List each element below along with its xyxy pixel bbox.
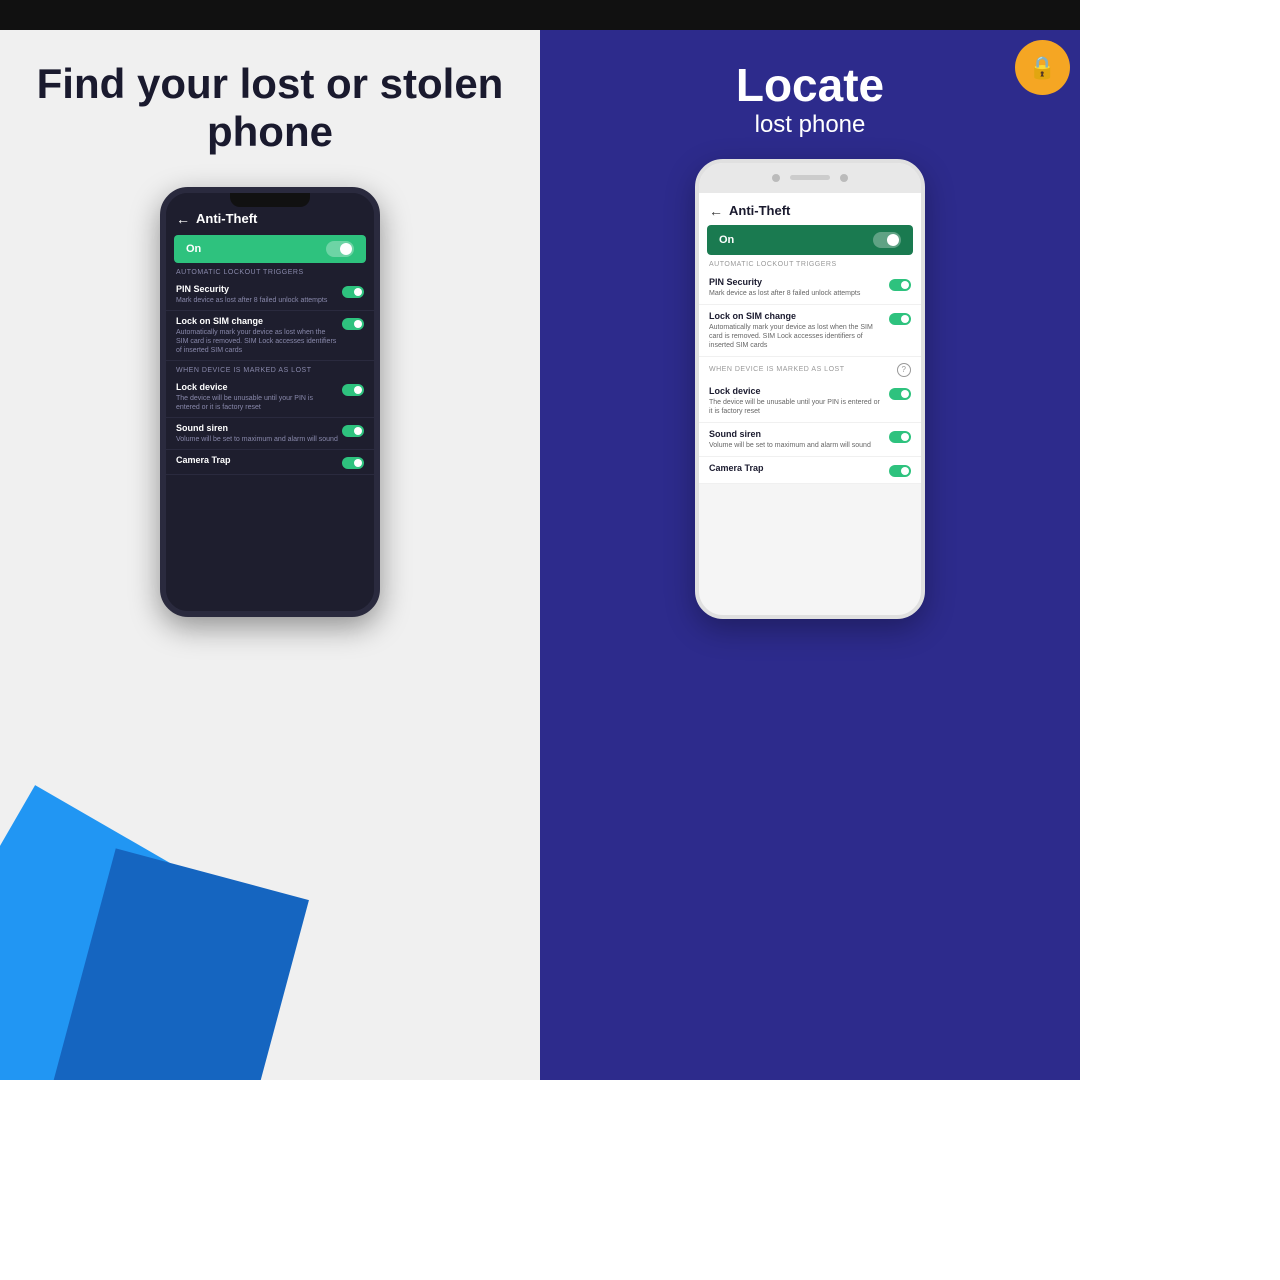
section-label2-left: WHEN DEVICE IS MARKED AS LOST [166, 361, 374, 377]
phone-screen-right: ← Anti-Theft On AUTOMATIC LOCKOUT TRIGGE… [699, 193, 921, 485]
setting-title-sim-right: Lock on SIM change [709, 311, 885, 321]
help-icon-right[interactable]: ? [897, 363, 911, 377]
section-label-right-text: AUTOMATIC LOCKOUT TRIGGERS [709, 261, 837, 268]
section-label2-right: WHEN DEVICE IS MARKED AS LOST ? [699, 357, 921, 380]
setting-item-sim-right: Lock on SIM change Automatically mark yo… [699, 305, 921, 357]
setting-text-pin-left: PIN Security Mark device as lost after 8… [176, 284, 338, 305]
setting-desc-siren-right: Volume will be set to maximum and alarm … [709, 441, 885, 450]
setting-desc-pin-left: Mark device as lost after 8 failed unloc… [176, 296, 338, 305]
top-bar-left [0, 0, 540, 30]
section-label-right: AUTOMATIC LOCKOUT TRIGGERS [699, 255, 921, 271]
toggle-siren-left[interactable] [342, 425, 364, 437]
setting-item-siren-left: Sound siren Volume will be set to maximu… [166, 418, 374, 450]
setting-desc-sim-right: Automatically mark your device as lost w… [709, 323, 885, 350]
phone-speaker-right [790, 175, 830, 180]
right-panel: 🔒 Locate lost phone ← Anti-Theft On [540, 30, 1080, 1080]
phone-camera-right [772, 174, 780, 182]
setting-title-camera-right: Camera Trap [709, 463, 885, 473]
phone-right: ← Anti-Theft On AUTOMATIC LOCKOUT TRIGGE… [695, 159, 925, 619]
setting-item-lock-right: Lock device The device will be unusable … [699, 380, 921, 423]
setting-text-siren-left: Sound siren Volume will be set to maximu… [176, 423, 338, 444]
setting-text-sim-right: Lock on SIM change Automatically mark yo… [709, 311, 885, 350]
phone-top-bar-right [699, 163, 921, 193]
phone-title-right: Anti-Theft [729, 203, 790, 218]
phone-notch-left [230, 193, 310, 207]
right-headline: Locate lost phone [560, 60, 1060, 139]
section-label-left: AUTOMATIC LOCKOUT TRIGGERS [166, 263, 374, 279]
setting-title-pin-left: PIN Security [176, 284, 338, 294]
toggle-switch-right[interactable] [873, 232, 901, 248]
phone-screen-left: ← Anti-Theft On AUTOMATIC LOCKOUT TRIGGE… [166, 193, 374, 611]
toggle-sim-left[interactable] [342, 318, 364, 330]
toggle-camera-left[interactable] [342, 457, 364, 469]
phone-left: ← Anti-Theft On AUTOMATIC LOCKOUT TRIGGE… [160, 187, 380, 617]
toggle-bar-right[interactable]: On [707, 225, 913, 255]
phone-camera-right-2 [840, 174, 848, 182]
badge-icon: 🔒 [1029, 55, 1056, 81]
setting-desc-pin-right: Mark device as lost after 8 failed unloc… [709, 289, 885, 298]
toggle-lock-right[interactable] [889, 388, 911, 400]
phone-header-right: ← Anti-Theft [699, 193, 921, 225]
setting-title-lock-left: Lock device [176, 382, 338, 392]
back-arrow-left[interactable]: ← [176, 211, 190, 227]
setting-title-sim-left: Lock on SIM change [176, 316, 338, 326]
setting-text-camera-left: Camera Trap [176, 455, 338, 467]
setting-text-pin-right: PIN Security Mark device as lost after 8… [709, 277, 885, 298]
toggle-camera-right[interactable] [889, 465, 911, 477]
setting-desc-lock-left: The device will be unusable until your P… [176, 394, 338, 412]
setting-item-camera-left: Camera Trap [166, 450, 374, 475]
setting-title-siren-right: Sound siren [709, 429, 885, 439]
setting-text-camera-right: Camera Trap [709, 463, 885, 475]
setting-text-sim-left: Lock on SIM change Automatically mark yo… [176, 316, 338, 355]
top-bar-right [540, 0, 1080, 30]
setting-item-camera-right: Camera Trap [699, 457, 921, 484]
top-bar [0, 0, 1080, 30]
back-arrow-right[interactable]: ← [709, 203, 723, 219]
toggle-label-right: On [719, 234, 734, 246]
toggle-lock-left[interactable] [342, 384, 364, 396]
setting-desc-lock-right: The device will be unusable until your P… [709, 398, 885, 416]
setting-text-siren-right: Sound siren Volume will be set to maximu… [709, 429, 885, 450]
section-label2-right-text: WHEN DEVICE IS MARKED AS LOST [709, 366, 844, 373]
headline-small: lost phone [560, 111, 1060, 139]
headline-big: Locate [560, 60, 1060, 111]
setting-item-pin-left: PIN Security Mark device as lost after 8… [166, 279, 374, 311]
setting-desc-sim-left: Automatically mark your device as lost w… [176, 328, 338, 355]
setting-title-camera-left: Camera Trap [176, 455, 338, 465]
toggle-switch-left[interactable] [326, 241, 354, 257]
setting-item-pin-right: PIN Security Mark device as lost after 8… [699, 271, 921, 305]
setting-title-siren-left: Sound siren [176, 423, 338, 433]
setting-text-lock-right: Lock device The device will be unusable … [709, 386, 885, 416]
phone-title-left: Anti-Theft [196, 211, 257, 226]
setting-item-sim-left: Lock on SIM change Automatically mark yo… [166, 311, 374, 361]
toggle-bar-left[interactable]: On [174, 235, 366, 263]
setting-desc-siren-left: Volume will be set to maximum and alarm … [176, 435, 338, 444]
setting-item-siren-right: Sound siren Volume will be set to maximu… [699, 423, 921, 457]
setting-text-lock-left: Lock device The device will be unusable … [176, 382, 338, 412]
left-panel: Find your lost or stolen phone ← Anti-Th… [0, 30, 540, 1080]
toggle-sim-right[interactable] [889, 313, 911, 325]
setting-title-pin-right: PIN Security [709, 277, 885, 287]
main-content: Find your lost or stolen phone ← Anti-Th… [0, 30, 1080, 1080]
toggle-label-left: On [186, 243, 201, 255]
orange-badge: 🔒 [1015, 40, 1070, 95]
toggle-pin-right[interactable] [889, 279, 911, 291]
setting-title-lock-right: Lock device [709, 386, 885, 396]
left-headline: Find your lost or stolen phone [20, 60, 520, 157]
toggle-siren-right[interactable] [889, 431, 911, 443]
setting-item-lock-left: Lock device The device will be unusable … [166, 377, 374, 418]
toggle-pin-left[interactable] [342, 286, 364, 298]
